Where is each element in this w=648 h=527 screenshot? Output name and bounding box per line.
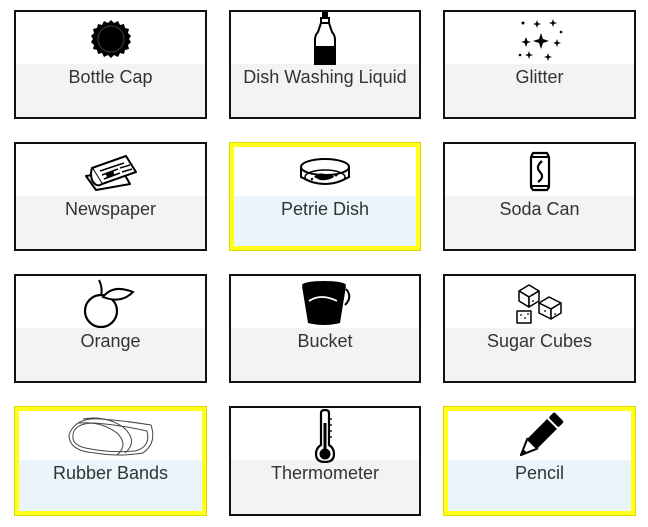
newspaper-icon	[84, 150, 138, 192]
card-bottle-cap[interactable]: Bottle Cap	[14, 10, 207, 119]
orange-icon	[83, 278, 139, 330]
card-petrie-dish[interactable]: Petrie Dish	[229, 142, 421, 251]
card-sugar-cubes[interactable]: Sugar Cubes	[443, 274, 636, 383]
card-label: Glitter	[515, 67, 564, 87]
item-grid: Bottle Cap Dish Washing Liquid Glitter N…	[0, 0, 648, 527]
card-newspaper[interactable]: Newspaper	[14, 142, 207, 251]
card-rubber-bands[interactable]: Rubber Bands	[14, 406, 207, 516]
card-label: Petrie Dish	[280, 199, 370, 219]
rubber-bands-icon	[65, 413, 157, 459]
bucket-icon	[297, 279, 353, 327]
card-orange[interactable]: Orange	[14, 274, 207, 383]
card-label: Rubber Bands	[52, 463, 169, 483]
soda-can-icon	[528, 150, 552, 192]
card-label: Bucket	[297, 331, 353, 351]
card-label: Sugar Cubes	[486, 331, 593, 351]
card-thermometer[interactable]: Thermometer	[229, 406, 421, 516]
card-dish-washing-liquid[interactable]: Dish Washing Liquid	[229, 10, 421, 119]
card-label: Bottle Cap	[68, 67, 153, 87]
sparkles-icon	[517, 15, 563, 63]
petri-dish-icon	[298, 155, 352, 191]
card-bucket[interactable]: Bucket	[229, 274, 421, 383]
card-label: Newspaper	[64, 199, 157, 219]
card-soda-can[interactable]: Soda Can	[443, 142, 636, 251]
card-label: Pencil	[514, 463, 565, 483]
card-label: Dish Washing Liquid	[243, 67, 407, 87]
dish-soap-bottle-icon	[312, 12, 338, 66]
card-label: Thermometer	[270, 463, 380, 483]
pencil-icon	[515, 411, 565, 461]
card-pencil[interactable]: Pencil	[443, 406, 636, 516]
sugar-cubes-icon	[515, 283, 565, 325]
card-label: Orange	[80, 331, 141, 351]
thermometer-icon	[312, 409, 338, 463]
bottle-cap-icon	[90, 19, 131, 59]
card-label: Soda Can	[499, 199, 580, 219]
card-glitter[interactable]: Glitter	[443, 10, 636, 119]
